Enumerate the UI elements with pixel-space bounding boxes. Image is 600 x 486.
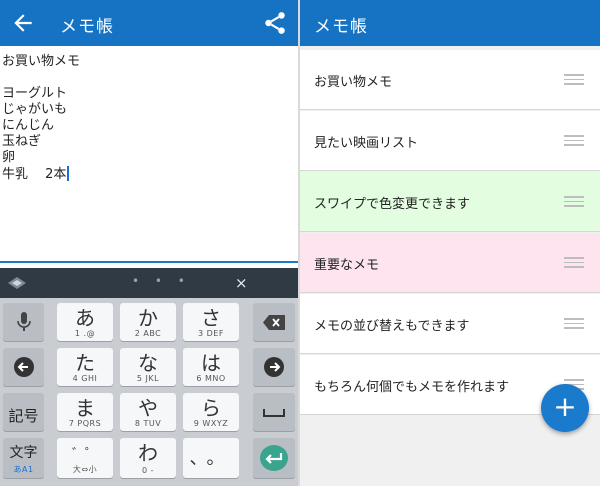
key-main-label: ゛゜ bbox=[71, 447, 98, 462]
key-main-label: 、。 bbox=[189, 448, 233, 469]
software-keyboard: • • • × あ 1 .@ か 2 ABC さ 3 DEF た 4 GHI な… bbox=[0, 268, 298, 486]
add-memo-button[interactable]: + bbox=[541, 384, 589, 432]
keyboard-toolbar: • • • × bbox=[0, 268, 298, 298]
key-sub-label: 9 WXYZ bbox=[193, 419, 229, 428]
key-main-label: や bbox=[138, 396, 158, 420]
memo-line: じゃがいも bbox=[2, 102, 68, 117]
voice-input-key[interactable] bbox=[3, 303, 44, 341]
app-title: メモ帳 bbox=[314, 17, 368, 37]
memo-title: 重要なメモ bbox=[314, 258, 380, 273]
key-main-label: は bbox=[201, 351, 221, 375]
key-main-label: わ bbox=[138, 441, 158, 465]
text-caret bbox=[67, 166, 70, 181]
drag-handle-icon[interactable] bbox=[564, 318, 584, 330]
app-bar: メモ帳 bbox=[0, 0, 298, 46]
key-sub-label: 6 MNO bbox=[196, 374, 226, 383]
key-sub-label: 4 GHI bbox=[72, 374, 98, 383]
drag-handle-icon[interactable] bbox=[564, 196, 584, 208]
key-sub-label: 1 .@ bbox=[74, 329, 96, 338]
cursor-right-key[interactable] bbox=[253, 348, 295, 386]
input-mode-sub: あA1 bbox=[13, 465, 34, 474]
enter-key[interactable] bbox=[253, 438, 295, 478]
arrow-left-icon bbox=[14, 14, 32, 32]
keyboard-logo-icon[interactable] bbox=[6, 275, 28, 291]
memo-item[interactable]: お買い物メモ bbox=[300, 50, 600, 110]
key-ma[interactable]: ま 7 PQRS bbox=[57, 393, 113, 431]
keyboard-more-dots[interactable]: • • • bbox=[132, 274, 191, 288]
memo-item[interactable]: スワイプで色変更できます bbox=[300, 172, 600, 232]
key-sa[interactable]: さ 3 DEF bbox=[183, 303, 239, 341]
key-sub-label: 8 TUV bbox=[134, 419, 162, 428]
key-sub-label: 5 JKL bbox=[136, 374, 160, 383]
symbols-key-label: 記号 bbox=[8, 407, 39, 425]
memo-line: お買い物メモ bbox=[2, 54, 81, 69]
memo-line-last: 牛乳 2本 bbox=[2, 166, 298, 182]
memo-line: ヨーグルト bbox=[2, 86, 68, 101]
key-punctuation[interactable]: 、。 bbox=[183, 438, 239, 478]
memo-line: にんじん bbox=[2, 118, 55, 133]
memo-title: メモの並び替えもできます bbox=[314, 319, 470, 334]
key-ya[interactable]: や 8 TUV bbox=[120, 393, 176, 431]
memo-title: 見たい映画リスト bbox=[314, 136, 419, 151]
drag-handle-icon[interactable] bbox=[564, 135, 584, 147]
memo-item[interactable]: 重要なメモ bbox=[300, 233, 600, 293]
key-main-label: な bbox=[138, 351, 158, 375]
space-icon bbox=[263, 409, 285, 417]
keyboard-close-button[interactable]: × bbox=[235, 274, 248, 292]
key-main-label: さ bbox=[201, 306, 221, 330]
microphone-icon bbox=[17, 312, 31, 331]
key-main-label: あ bbox=[75, 306, 95, 330]
input-mode-key[interactable]: 文字 あA1 bbox=[3, 438, 44, 478]
memo-line: 卵 bbox=[2, 150, 16, 165]
drag-handle-icon[interactable] bbox=[564, 74, 584, 86]
drag-handle-icon[interactable] bbox=[564, 257, 584, 269]
key-ka[interactable]: か 2 ABC bbox=[120, 303, 176, 341]
screen: メモ帳 お買い物メモ ヨーグルト じゃがいも にんじん 玉ねぎ 卵 牛乳 2本 bbox=[0, 0, 600, 486]
key-main-label: か bbox=[138, 306, 158, 330]
backspace-icon bbox=[263, 315, 285, 330]
arrow-right-circle-icon bbox=[264, 357, 284, 377]
memo-title: スワイプで色変更できます bbox=[314, 197, 471, 212]
key-ra[interactable]: ら 9 WXYZ bbox=[183, 393, 239, 431]
memo-text-area[interactable]: お買い物メモ ヨーグルト じゃがいも にんじん 玉ねぎ 卵 牛乳 2本 bbox=[0, 54, 298, 260]
key-ha[interactable]: は 6 MNO bbox=[183, 348, 239, 386]
back-button[interactable] bbox=[10, 10, 36, 36]
key-wa[interactable]: わ 0 - bbox=[120, 438, 176, 478]
key-na[interactable]: な 5 JKL bbox=[120, 348, 176, 386]
key-sub-label: 7 PQRS bbox=[68, 419, 102, 428]
input-mode-label: 文字 bbox=[9, 445, 38, 461]
memo-editor-pane: メモ帳 お買い物メモ ヨーグルト じゃがいも にんじん 玉ねぎ 卵 牛乳 2本 bbox=[0, 0, 298, 486]
backspace-key[interactable] bbox=[253, 303, 295, 341]
symbols-key[interactable]: 記号 bbox=[3, 393, 44, 431]
key-sub-label: 0 - bbox=[141, 466, 155, 475]
enter-icon bbox=[260, 445, 288, 471]
share-icon bbox=[265, 12, 285, 34]
cursor-left-key[interactable] bbox=[3, 348, 44, 386]
key-dakuten[interactable]: ゛゜ 大⇔小 bbox=[57, 438, 113, 478]
key-sub-label: 2 ABC bbox=[134, 329, 162, 338]
app-bar: メモ帳 bbox=[300, 0, 600, 46]
space-key[interactable] bbox=[253, 393, 295, 431]
memo-title: もちろん何個でもメモを作れます bbox=[314, 380, 510, 395]
key-ta[interactable]: た 4 GHI bbox=[57, 348, 113, 386]
key-sub-label: 大⇔小 bbox=[72, 465, 98, 474]
plus-icon: + bbox=[553, 390, 577, 423]
memo-line-text: 牛乳 2本 bbox=[2, 167, 67, 182]
memo-list-pane: メモ帳 お買い物メモ 見たい映画リスト スワイプで色変更できます 重要なメモ メ… bbox=[300, 0, 600, 486]
key-a[interactable]: あ 1 .@ bbox=[57, 303, 113, 341]
key-main-label: ま bbox=[75, 396, 95, 420]
app-title: メモ帳 bbox=[60, 17, 114, 37]
share-button[interactable] bbox=[262, 10, 288, 36]
editor-underline bbox=[0, 261, 298, 263]
memo-line bbox=[2, 70, 298, 86]
memo-item[interactable]: メモの並び替えもできます bbox=[300, 294, 600, 354]
key-main-label: た bbox=[75, 351, 95, 375]
memo-title: お買い物メモ bbox=[314, 75, 393, 90]
key-main-label: ら bbox=[201, 396, 221, 420]
memo-item[interactable]: 見たい映画リスト bbox=[300, 111, 600, 171]
memo-line: 玉ねぎ bbox=[2, 134, 42, 149]
key-sub-label: 3 DEF bbox=[198, 329, 224, 338]
arrow-left-circle-icon bbox=[14, 357, 34, 377]
